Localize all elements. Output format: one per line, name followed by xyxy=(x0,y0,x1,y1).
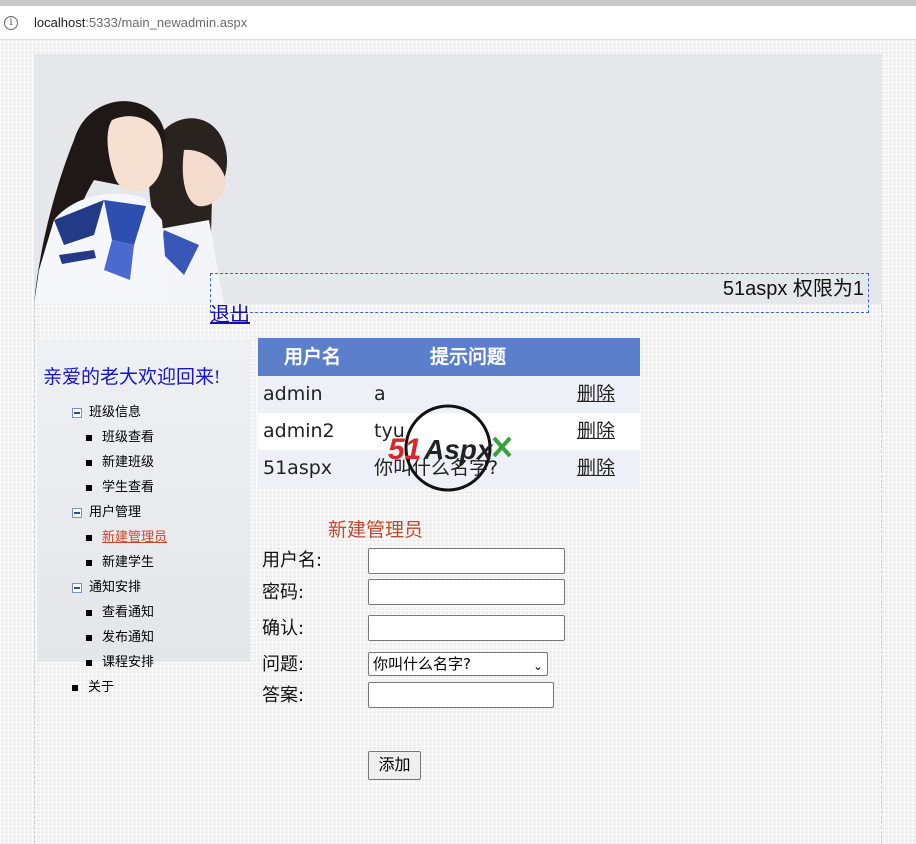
bullet-icon xyxy=(86,660,92,666)
tree-item-publish-notice[interactable]: 发布通知 xyxy=(86,630,154,646)
add-button[interactable]: 添加 xyxy=(368,751,421,780)
confirm-label: 确认: xyxy=(262,618,305,639)
password-input[interactable] xyxy=(368,579,565,605)
bullet-icon xyxy=(86,435,92,441)
collapse-icon[interactable] xyxy=(72,583,82,593)
tree-item-about[interactable]: 关于 xyxy=(72,680,114,696)
delete-link[interactable]: 删除 xyxy=(577,450,615,487)
tree-item-view-class[interactable]: 班级查看 xyxy=(86,430,154,446)
tree-group-label: 通知安排 xyxy=(89,580,142,595)
collapse-icon[interactable] xyxy=(72,508,82,518)
tree-item-course-schedule[interactable]: 课程安排 xyxy=(86,655,154,671)
bullet-icon xyxy=(86,535,92,541)
tree-group-notices[interactable]: 通知安排 xyxy=(72,580,141,596)
cell-question: a xyxy=(374,383,386,405)
tree-item-label: 新建管理员 xyxy=(102,530,168,545)
bullet-icon xyxy=(86,560,92,566)
cell-username: 51aspx xyxy=(263,457,333,479)
tree-item-view-notices[interactable]: 查看通知 xyxy=(86,605,154,621)
username-label: 用户名: xyxy=(262,550,323,571)
tree-item-new-student[interactable]: 新建学生 xyxy=(86,555,154,571)
tree-group-label: 班级信息 xyxy=(89,405,142,420)
chevron-down-icon: ⌄ xyxy=(532,659,543,673)
user-info-text: 51aspx 权限为1 xyxy=(722,278,864,300)
svg-text:51: 51 xyxy=(388,433,421,466)
tree-item-new-admin[interactable]: 新建管理员 xyxy=(86,530,167,546)
address-bar[interactable]: i localhost:5333/main_newadmin.aspx xyxy=(0,6,916,40)
question-select[interactable]: 你叫什么名字? ⌄ xyxy=(368,652,548,676)
tree-item-new-class[interactable]: 新建班级 xyxy=(86,455,154,471)
collapse-icon[interactable] xyxy=(72,408,82,418)
delete-link[interactable]: 删除 xyxy=(577,413,615,450)
column-header-question: 提示问题 xyxy=(430,346,507,368)
url-host: localhost xyxy=(34,15,86,30)
bullet-icon xyxy=(86,635,92,641)
welcome-message: 亲爱的老大欢迎回来! xyxy=(43,367,221,388)
tree-item-label: 关于 xyxy=(88,680,115,695)
delete-link[interactable]: 删除 xyxy=(577,376,615,413)
tree-item-label: 课程安排 xyxy=(102,655,155,670)
svg-text:Aspx: Aspx xyxy=(423,434,494,465)
bullet-icon xyxy=(72,685,78,691)
user-info-box: 51aspx 权限为1 xyxy=(210,273,869,313)
logout-link[interactable]: 退出 xyxy=(210,303,250,327)
url-text[interactable]: localhost:5333/main_newadmin.aspx xyxy=(34,15,247,31)
tree-item-view-students[interactable]: 学生查看 xyxy=(86,480,154,496)
question-label: 问题: xyxy=(262,654,305,675)
form-title: 新建管理员 xyxy=(328,519,424,541)
cell-username: admin2 xyxy=(263,420,335,442)
question-select-value: 你叫什么名字? xyxy=(373,655,471,673)
cell-username: admin xyxy=(263,383,323,405)
tree-item-label: 新建学生 xyxy=(102,555,155,570)
tree-group-user-management[interactable]: 用户管理 xyxy=(72,505,141,521)
tree-item-label: 查看通知 xyxy=(102,605,155,620)
tree-item-label: 班级查看 xyxy=(102,430,155,445)
tree-item-label: 学生查看 xyxy=(102,480,155,495)
password-label: 密码: xyxy=(262,582,305,603)
confirm-password-input[interactable] xyxy=(368,615,565,641)
info-icon[interactable]: i xyxy=(4,16,18,30)
tree-group-label: 用户管理 xyxy=(89,505,142,520)
tree-item-label: 新建班级 xyxy=(102,455,155,470)
admin-table-header: 用户名 提示问题 xyxy=(258,338,640,376)
answer-label: 答案: xyxy=(262,685,305,706)
banner-students-photo xyxy=(34,101,228,304)
bullet-icon xyxy=(86,485,92,491)
url-path: :5333/main_newadmin.aspx xyxy=(85,15,248,30)
answer-input[interactable] xyxy=(368,682,554,708)
bullet-icon xyxy=(86,460,92,466)
bullet-icon xyxy=(86,610,92,616)
tree-item-label: 发布通知 xyxy=(102,630,155,645)
username-input[interactable] xyxy=(368,548,565,574)
watermark-logo: 51 Aspx xyxy=(388,404,512,492)
tree-group-class-info[interactable]: 班级信息 xyxy=(72,405,141,421)
column-header-username: 用户名 xyxy=(284,346,342,368)
